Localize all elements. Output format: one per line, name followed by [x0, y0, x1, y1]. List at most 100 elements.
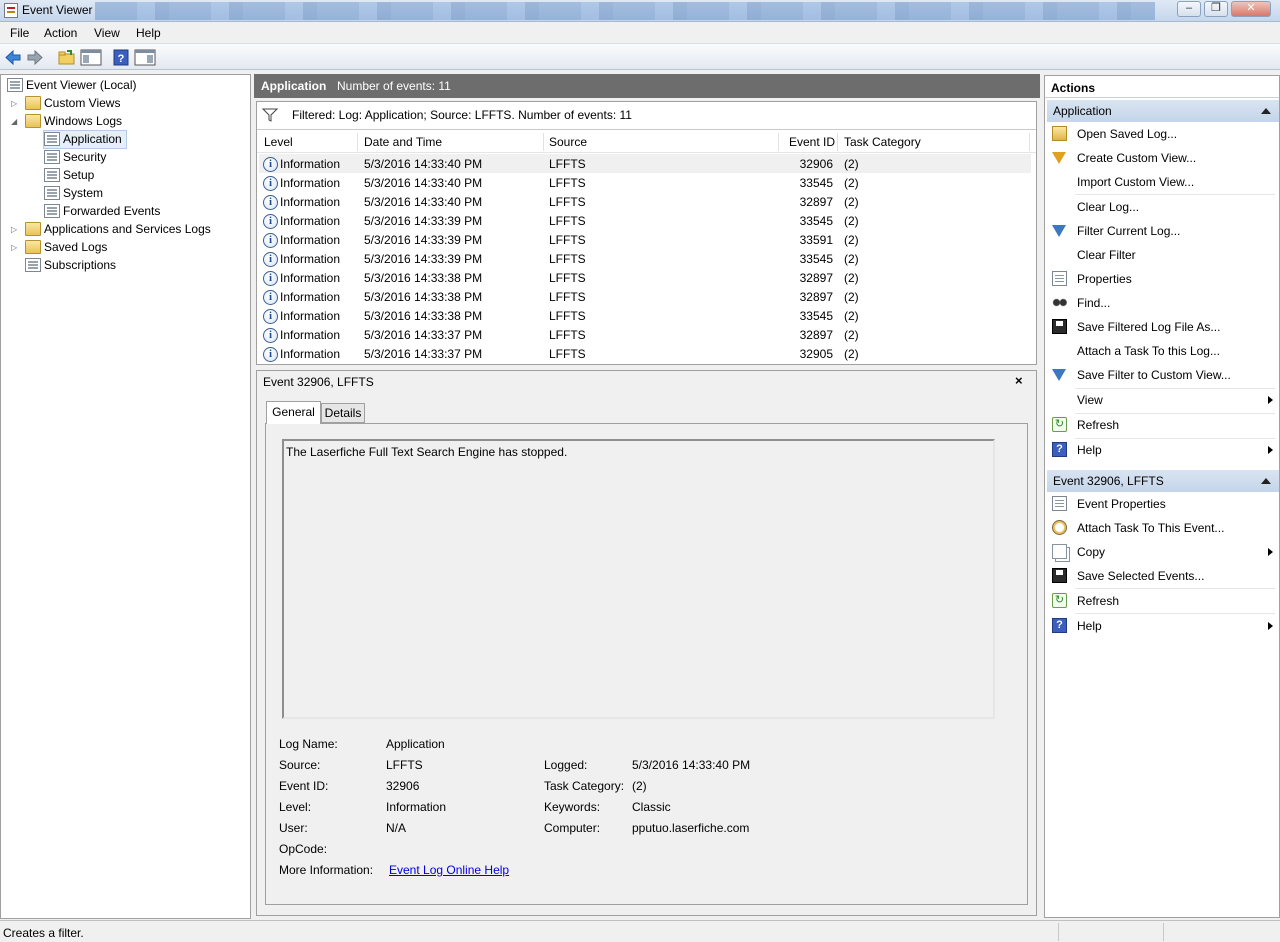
action-save-selected-events[interactable]: Save Selected Events...	[1047, 565, 1277, 587]
actions-section-event[interactable]: Event 32906, LFFTS	[1047, 470, 1279, 492]
tree-item-security[interactable]: Security	[44, 149, 106, 166]
action-save-filter-to-custom-view[interactable]: Save Filter to Custom View...	[1047, 364, 1277, 386]
column-source[interactable]: Source	[549, 135, 587, 149]
background-taskbar-strip	[95, 2, 1155, 20]
tree-item-label: Security	[63, 150, 107, 164]
information-icon: i	[263, 233, 278, 248]
action-label: Event Properties	[1077, 497, 1166, 511]
forward-arrow-icon[interactable]	[26, 49, 44, 66]
column-level[interactable]: Level	[264, 135, 293, 149]
action-view[interactable]: View	[1047, 389, 1277, 411]
cell-source: LFFTS	[549, 195, 586, 209]
action-refresh[interactable]: Refresh	[1047, 414, 1277, 436]
cell-id: 32906	[799, 157, 833, 171]
column-date-and-time[interactable]: Date and Time	[364, 135, 442, 149]
action-help-event[interactable]: ? Help	[1047, 615, 1277, 637]
action-label: Open Saved Log...	[1077, 127, 1178, 141]
expand-arrow-icon[interactable]: ▷	[11, 99, 19, 108]
action-filter-current-log[interactable]: Filter Current Log...	[1047, 220, 1277, 242]
action-properties[interactable]: Properties	[1047, 268, 1277, 290]
table-row[interactable]: i Information 5/3/2016 14:33:39 PM LFFTS 335…	[259, 249, 1031, 268]
close-window-button[interactable]: ✕	[1231, 1, 1271, 17]
action-save-filtered-log-file-as[interactable]: Save Filtered Log File As...	[1047, 316, 1277, 338]
cell-cat: (2)	[844, 347, 859, 361]
table-row[interactable]: i Information 5/3/2016 14:33:40 PM LFFTS 328…	[259, 192, 1031, 211]
cell-id: 33545	[799, 252, 833, 266]
close-detail-icon[interactable]: ×	[1015, 373, 1023, 388]
tree-item-application[interactable]: Application	[43, 130, 127, 149]
menu-help[interactable]: Help	[136, 26, 161, 40]
cell-id: 33545	[799, 176, 833, 190]
value-computer: pputuo.laserfiche.com	[632, 821, 750, 835]
action-label: Clear Log...	[1077, 200, 1140, 214]
event-message-box[interactable]: The Laserfiche Full Text Search Engine h…	[282, 439, 995, 719]
tree-item-subscriptions[interactable]: Subscriptions	[25, 257, 116, 274]
expand-arrow-icon[interactable]: ▷	[11, 225, 19, 234]
separator	[1075, 413, 1275, 414]
table-row[interactable]: i Information 5/3/2016 14:33:40 PM LFFTS 335…	[259, 173, 1031, 192]
table-row[interactable]: i Information 5/3/2016 14:33:38 PM LFFTS 328…	[259, 287, 1031, 306]
event-viewer-app-icon	[4, 3, 18, 18]
action-clear-log[interactable]: Clear Log...	[1047, 196, 1277, 218]
tree-item-system[interactable]: System	[44, 185, 103, 202]
cell-date: 5/3/2016 14:33:40 PM	[364, 176, 483, 190]
cell-cat: (2)	[844, 309, 859, 323]
collapse-arrow-icon[interactable]: ◢	[11, 117, 19, 126]
table-row[interactable]: i Information 5/3/2016 14:33:39 PM LFFTS 335…	[259, 211, 1031, 230]
action-attach-task-to-log[interactable]: Attach a Task To this Log...	[1047, 340, 1277, 362]
menu-file[interactable]: File	[10, 26, 29, 40]
table-row[interactable]: i Information 5/3/2016 14:33:39 PM LFFTS 335…	[259, 230, 1031, 249]
tab-general[interactable]: General	[266, 401, 321, 424]
action-refresh-event[interactable]: Refresh	[1047, 590, 1277, 612]
cell-date: 5/3/2016 14:33:40 PM	[364, 157, 483, 171]
column-task-category[interactable]: Task Category	[844, 135, 921, 149]
tree-item-windows-logs[interactable]: Windows Logs	[25, 113, 122, 130]
collapse-section-icon[interactable]	[1261, 478, 1271, 484]
table-row[interactable]: i Information 5/3/2016 14:33:37 PM LFFTS 329…	[259, 344, 1031, 363]
open-folder-icon[interactable]	[58, 49, 76, 66]
event-log-online-help-link[interactable]: Event Log Online Help	[389, 863, 509, 877]
action-copy[interactable]: Copy	[1047, 541, 1277, 563]
action-event-properties[interactable]: Event Properties	[1047, 493, 1277, 515]
help-icon[interactable]: ?	[112, 49, 130, 66]
action-clear-filter[interactable]: Clear Filter	[1047, 244, 1277, 266]
tree-item-forwarded-events[interactable]: Forwarded Events	[44, 203, 160, 220]
action-import-custom-view[interactable]: Import Custom View...	[1047, 171, 1277, 193]
show-hide-console-tree-icon[interactable]	[80, 49, 102, 66]
collapse-section-icon[interactable]	[1261, 108, 1271, 114]
event-count: Number of events: 11	[337, 79, 451, 93]
tree-item-setup[interactable]: Setup	[44, 167, 94, 184]
label-task-category: Task Category:	[544, 779, 625, 793]
table-row[interactable]: i Information 5/3/2016 14:33:38 PM LFFTS 328…	[259, 268, 1031, 287]
tree-root-label: Event Viewer (Local)	[26, 78, 137, 92]
tree-item-applications-and-services-logs[interactable]: Applications and Services Logs	[25, 221, 211, 238]
show-hide-action-pane-icon[interactable]	[134, 49, 156, 66]
action-open-saved-log[interactable]: Open Saved Log...	[1047, 123, 1277, 145]
tab-details[interactable]: Details	[321, 403, 365, 423]
column-event-id[interactable]: Event ID	[789, 135, 835, 149]
menu-action[interactable]: Action	[44, 26, 77, 40]
information-icon: i	[263, 157, 278, 172]
table-row[interactable]: i Information 5/3/2016 14:33:38 PM LFFTS 335…	[259, 306, 1031, 325]
menu-view[interactable]: View	[94, 26, 120, 40]
tree-root-event-viewer[interactable]: Event Viewer (Local)	[7, 77, 137, 94]
section-label: Application	[1053, 104, 1112, 118]
tree-item-saved-logs[interactable]: Saved Logs	[25, 239, 107, 256]
action-label: Properties	[1077, 272, 1132, 286]
action-find[interactable]: Find...	[1047, 292, 1277, 314]
expand-arrow-icon[interactable]: ▷	[11, 243, 19, 252]
event-viewer-icon	[7, 78, 23, 92]
tree-item-custom-views[interactable]: Custom Views	[25, 95, 120, 112]
actions-section-application[interactable]: Application	[1047, 100, 1279, 122]
action-attach-task-to-event[interactable]: Attach Task To This Event...	[1047, 517, 1277, 539]
action-help[interactable]: ? Help	[1047, 439, 1277, 461]
tree-item-label: Setup	[63, 168, 95, 182]
table-row[interactable]: i Information 5/3/2016 14:33:40 PM LFFTS 329…	[259, 154, 1031, 173]
separator	[1075, 588, 1275, 589]
restore-button[interactable]: ❐	[1204, 1, 1228, 17]
back-arrow-icon[interactable]	[4, 49, 22, 66]
column-headers: Level Date and Time Source Event ID Task…	[257, 131, 1036, 153]
action-create-custom-view[interactable]: Create Custom View...	[1047, 147, 1277, 169]
minimize-button[interactable]: –	[1177, 1, 1201, 17]
table-row[interactable]: i Information 5/3/2016 14:33:37 PM LFFTS 328…	[259, 325, 1031, 344]
